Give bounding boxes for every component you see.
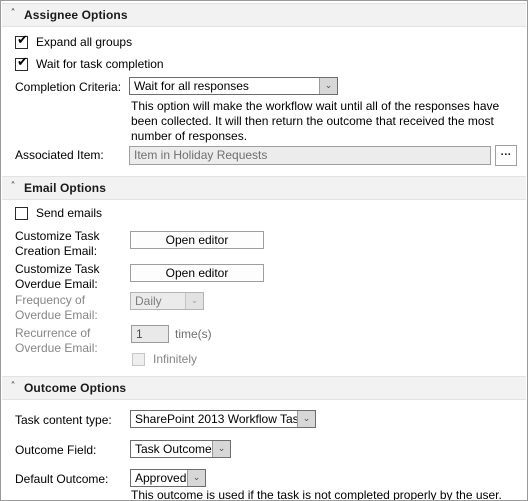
label-task-content-type: Task content type:	[15, 413, 112, 427]
checkbox-label: Wait for task completion	[36, 57, 164, 71]
section-title-outcome-options: Outcome Options	[24, 381, 127, 395]
collapse-chevron-icon[interactable]: ˄	[2, 9, 24, 19]
dropdown-value: SharePoint 2013 Workflow Task	[135, 412, 297, 426]
checkbox-box[interactable]: ✔	[15, 32, 28, 49]
dropdown-default-outcome[interactable]: Approved ⌄	[130, 469, 206, 487]
collapse-chevron-icon[interactable]: ˄	[2, 382, 24, 392]
label-outcome-field: Outcome Field:	[15, 443, 97, 457]
task-action-properties-panel: ˄ Assignee Options ✔ Expand all groups ✔…	[0, 0, 528, 501]
help-text-default-outcome: This outcome is used if the task is not …	[131, 488, 502, 501]
button-label: Open editor	[165, 266, 229, 280]
section-title-email-options: Email Options	[24, 181, 106, 195]
checkbox-box[interactable]	[15, 206, 28, 220]
chevron-down-icon[interactable]: ⌄	[212, 441, 230, 457]
chevron-down-icon[interactable]: ⌄	[185, 293, 203, 309]
section-header-email-options[interactable]: ˄ Email Options	[2, 176, 526, 200]
dropdown-task-content-type[interactable]: SharePoint 2013 Workflow Task ⌄	[130, 410, 316, 428]
browse-associated-item-button[interactable]: ...	[495, 145, 517, 166]
label-recurrence-unit: time(s)	[175, 327, 212, 341]
label-frequency-of-overdue-email: Frequency of Overdue Email:	[15, 293, 98, 322]
section-header-outcome-options[interactable]: ˄ Outcome Options	[2, 376, 526, 400]
open-editor-creation-email-button[interactable]: Open editor	[130, 231, 264, 249]
checkbox-label: Infinitely	[153, 352, 198, 366]
section-title-assignee-options: Assignee Options	[24, 8, 128, 22]
checkbox-box[interactable]	[132, 352, 145, 366]
ellipsis-icon: ...	[500, 146, 512, 158]
label-customize-task-creation-email: Customize Task Creation Email:	[15, 229, 100, 258]
checkbox-infinitely[interactable]: Infinitely	[132, 352, 197, 366]
open-editor-overdue-email-button[interactable]: Open editor	[130, 264, 264, 282]
chevron-down-icon[interactable]: ⌄	[297, 411, 315, 427]
button-label: Open editor	[165, 233, 229, 247]
dropdown-frequency-of-overdue-email[interactable]: Daily ⌄	[130, 292, 204, 310]
dropdown-completion-criteria[interactable]: Wait for all responses ⌄	[129, 77, 338, 95]
chevron-down-icon[interactable]: ⌄	[319, 78, 337, 94]
label-completion-criteria: Completion Criteria:	[15, 80, 122, 94]
chevron-down-icon[interactable]: ⌄	[187, 470, 205, 486]
checkbox-box[interactable]: ✔	[15, 54, 28, 71]
checkbox-label: Send emails	[36, 206, 103, 220]
dropdown-value: Approved	[135, 471, 187, 485]
checkbox-expand-all-groups[interactable]: ✔ Expand all groups	[15, 32, 133, 49]
check-icon: ✔	[17, 54, 28, 70]
dropdown-outcome-field[interactable]: Task Outcome ⌄	[130, 440, 231, 458]
label-default-outcome: Default Outcome:	[15, 472, 109, 486]
label-recurrence-of-overdue-email: Recurrence of Overdue Email:	[15, 326, 98, 355]
section-header-assignee-options[interactable]: ˄ Assignee Options	[2, 3, 526, 27]
checkbox-label: Expand all groups	[36, 35, 133, 49]
label-associated-item: Associated Item:	[15, 148, 104, 162]
check-icon: ✔	[17, 32, 28, 48]
dropdown-value: Wait for all responses	[134, 79, 249, 93]
checkbox-send-emails[interactable]: Send emails	[15, 206, 102, 220]
input-recurrence-count[interactable]: 1	[131, 325, 169, 343]
dropdown-value: Task Outcome	[135, 442, 212, 456]
input-associated-item[interactable]: Item in Holiday Requests	[129, 146, 491, 165]
collapse-chevron-icon[interactable]: ˄	[2, 182, 24, 192]
label-customize-task-overdue-email: Customize Task Overdue Email:	[15, 262, 100, 291]
checkbox-wait-for-task-completion[interactable]: ✔ Wait for task completion	[15, 54, 164, 71]
dropdown-value: Daily	[135, 294, 162, 308]
help-text-completion-criteria: This option will make the workflow wait …	[131, 99, 500, 143]
